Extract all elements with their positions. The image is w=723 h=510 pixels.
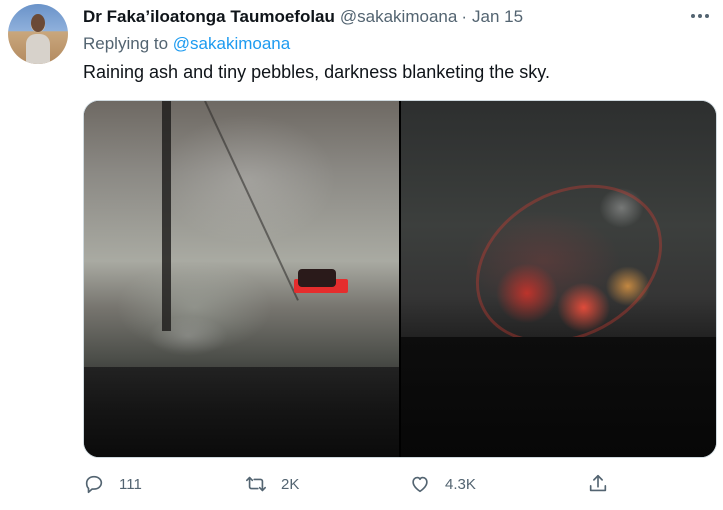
separator-dot: · <box>461 7 467 26</box>
author-avatar[interactable] <box>8 4 68 64</box>
tweet-actions: 111 2K 4.3K <box>83 472 643 496</box>
like-count: 4.3K <box>445 475 476 493</box>
reply-count: 111 <box>119 475 142 493</box>
share-icon <box>589 474 607 492</box>
avatar-torso <box>26 34 50 64</box>
reply-icon <box>85 475 103 494</box>
more-options-icon[interactable] <box>689 6 711 26</box>
author-handle[interactable]: @sakakimoana <box>340 7 457 27</box>
replying-prefix: Replying to <box>83 34 169 53</box>
power-line <box>204 101 299 301</box>
car-taillights <box>298 269 336 287</box>
heart-icon <box>412 476 428 493</box>
tweet-header: Dr Faka’iloatonga Taumoefolau @sakakimoa… <box>83 6 703 28</box>
author-name[interactable]: Dr Faka’iloatonga Taumoefolau <box>83 7 335 27</box>
photo-ash-rain-night[interactable] <box>401 101 716 457</box>
photo-ash-rain-day[interactable] <box>84 101 399 457</box>
dashboard <box>401 337 716 457</box>
retweet-count: 2K <box>281 475 300 493</box>
avatar-head <box>31 14 45 32</box>
tweet-media <box>83 100 717 458</box>
retweet-button[interactable]: 2K <box>245 472 299 496</box>
retweet-icon <box>246 476 266 492</box>
tweet-text: Raining ash and tiny pebbles, darkness b… <box>83 62 550 82</box>
utility-pole <box>162 101 171 331</box>
like-button[interactable]: 4.3K <box>409 472 476 496</box>
share-button[interactable] <box>587 472 609 496</box>
tweet-date[interactable]: Jan 15 <box>472 7 523 27</box>
replying-to: Replying to @sakakimoana <box>83 34 290 54</box>
replying-to-mention[interactable]: @sakakimoana <box>173 34 290 53</box>
dashboard <box>84 367 399 457</box>
reply-button[interactable]: 111 <box>83 472 142 496</box>
